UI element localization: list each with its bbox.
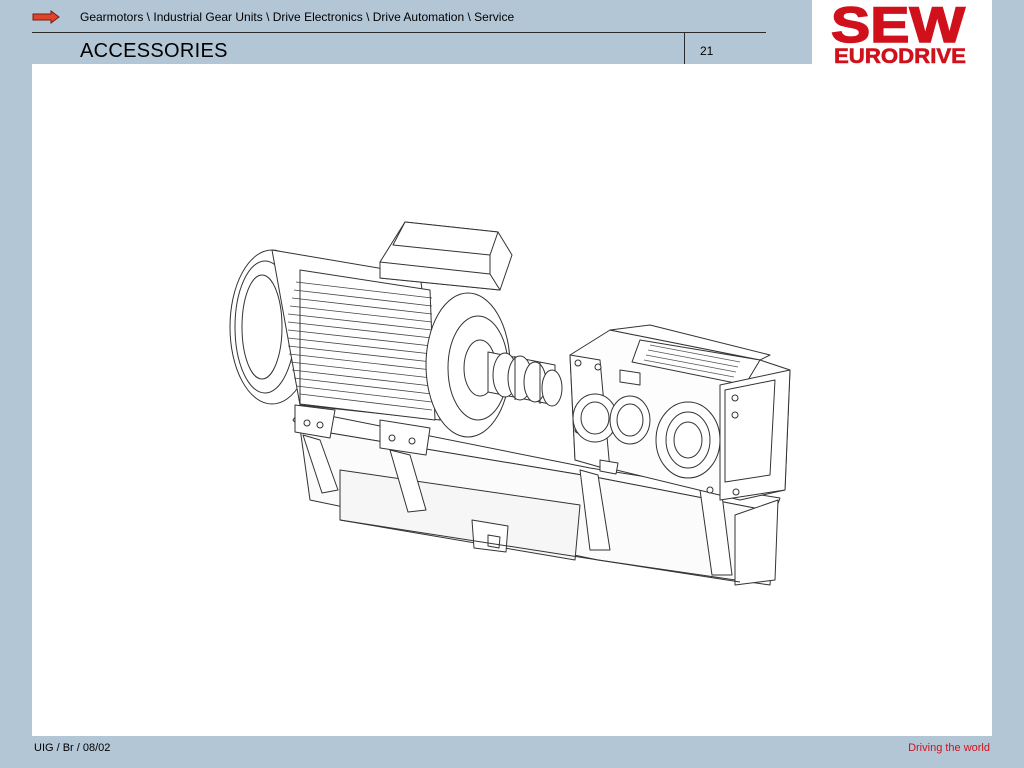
content-area [32,64,992,736]
header-divider [32,32,766,33]
footer-reference: UIG / Br / 08/02 [34,742,111,754]
motor [229,221,513,456]
gearmotor-line-drawing-icon [229,221,791,586]
header-vertical-divider [684,33,685,64]
arrow-right-icon [32,10,60,24]
breadcrumb[interactable]: Gearmotors \ Industrial Gear Units \ Dri… [80,10,514,24]
slide: Gearmotors \ Industrial Gear Units \ Dri… [0,0,1024,768]
page-title: ACCESSORIES [80,40,228,62]
sew-eurodrive-logo-icon: SEW EURODRIVE [830,0,966,68]
footer-slogan: Driving the world [908,742,990,754]
brand-logo: SEW EURODRIVE [812,0,992,70]
page-number: 21 [700,44,714,58]
